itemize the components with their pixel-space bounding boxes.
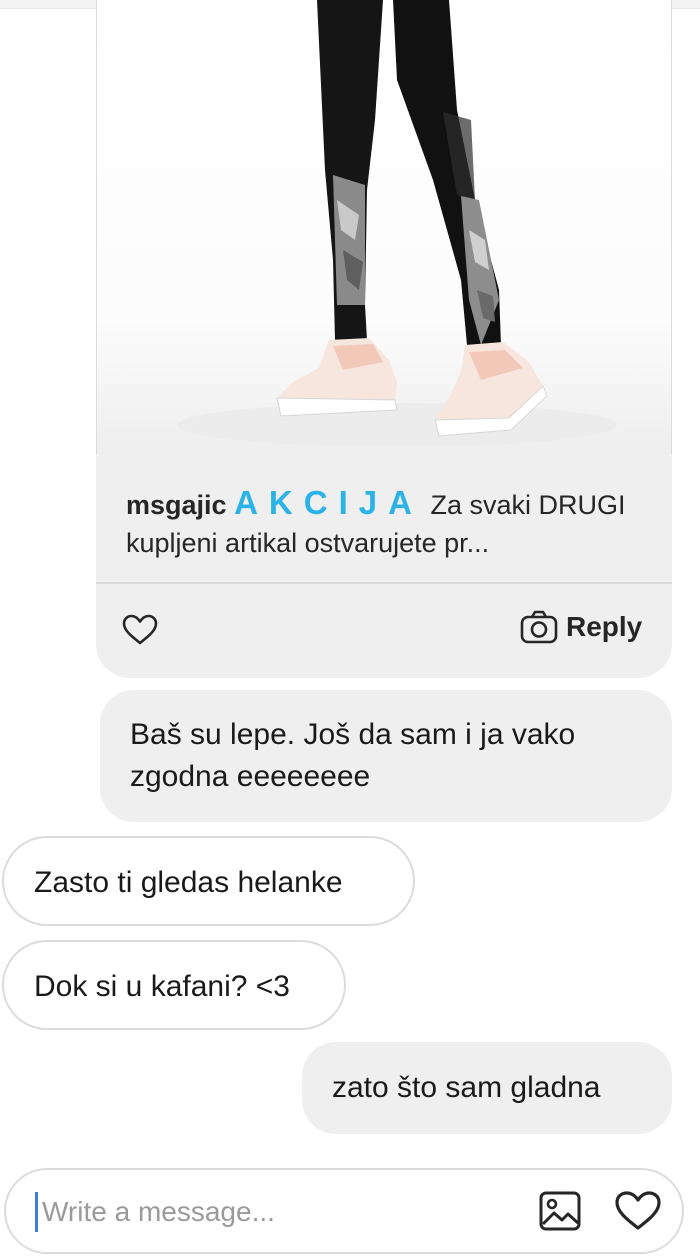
message-composer[interactable] <box>4 1168 684 1254</box>
message-input[interactable] <box>40 1188 484 1236</box>
promo-word: AKCIJA <box>234 484 423 521</box>
leggings-photo <box>177 0 617 447</box>
post-caption[interactable]: msgajic AKCIJA Za svaki DRUGI kupljeni a… <box>126 484 646 562</box>
heart-outline-icon[interactable] <box>614 1190 662 1232</box>
shared-post-card[interactable]: msgajic AKCIJA Za svaki DRUGI kupljeni a… <box>96 0 672 678</box>
message-bubble-outgoing[interactable]: Baš su lepe. Još da sam i ja vako zgodna… <box>100 690 672 822</box>
text-caret <box>35 1192 38 1232</box>
post-divider <box>96 582 672 584</box>
message-bubble-incoming[interactable]: Dok si u kafani? <3 <box>2 940 346 1030</box>
message-text: Baš su lepe. Još da sam i ja vako zgodna… <box>130 718 576 793</box>
message-bubble-incoming[interactable]: Zasto ti gledas helanke <box>2 836 415 926</box>
heart-outline-icon[interactable] <box>122 614 158 646</box>
reply-button[interactable]: Reply <box>520 610 642 644</box>
camera-icon <box>520 610 558 644</box>
post-image[interactable] <box>96 0 672 455</box>
image-icon[interactable] <box>538 1190 582 1232</box>
message-text: zato što sam gladna <box>332 1071 601 1104</box>
message-bubble-outgoing[interactable]: zato što sam gladna <box>302 1042 672 1134</box>
message-text: Dok si u kafani? <3 <box>34 970 290 1003</box>
reply-label: Reply <box>566 611 643 642</box>
message-text: Zasto ti gledas helanke <box>34 866 343 899</box>
post-username[interactable]: msgajic <box>126 490 227 520</box>
